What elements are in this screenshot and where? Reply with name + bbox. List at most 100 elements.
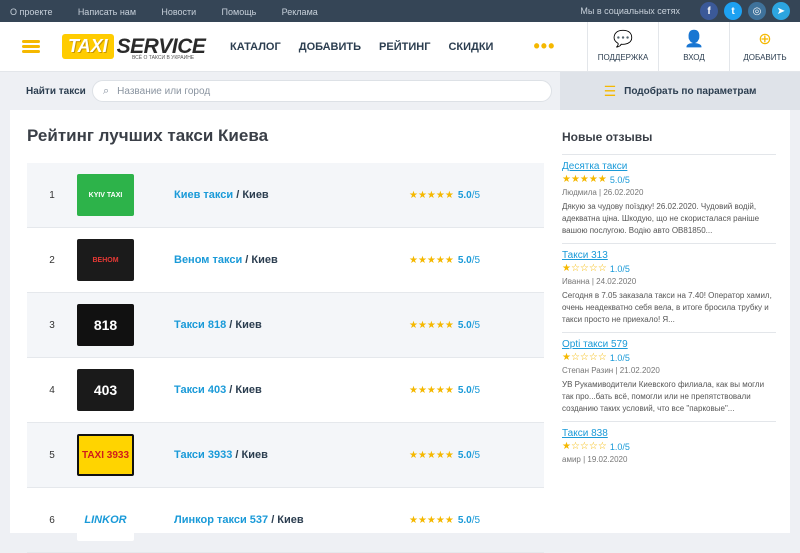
table-row[interactable]: 5 TAXI 3933 Такси 3933 / Киев ★★★★★ 5.0/5 — [27, 423, 544, 488]
taxi-link[interactable]: Такси 818 — [174, 319, 226, 331]
twitter-icon[interactable]: t — [724, 2, 742, 20]
login-button[interactable]: 👤 ВХОД — [658, 22, 729, 72]
taxi-name-cell: Такси 3933 / Киев — [174, 449, 409, 461]
instagram-icon[interactable]: ◎ — [748, 2, 766, 20]
nav-discounts[interactable]: СКИДКИ — [448, 41, 493, 53]
taxi-link[interactable]: Такси 403 — [174, 384, 226, 396]
review-item: Opti такси 579 ★☆☆☆☆ 1.0/5 Степан Разин |… — [562, 339, 776, 415]
social-label: Мы в социальных сетях — [580, 6, 680, 16]
link-news[interactable]: Новости — [161, 7, 196, 17]
taxi-city: / Киев — [268, 514, 304, 526]
taxi-logo[interactable]: LINKOR — [77, 499, 134, 541]
review-text: Дякую за чудову поїздку! 26.02.2020. Чуд… — [562, 202, 760, 235]
review-taxi-link[interactable]: Такси 838 — [562, 428, 776, 439]
sliders-icon: ☰ — [603, 82, 617, 99]
review-item: Такси 838 ★☆☆☆☆ 1.0/5 амир | 19.02.2020 — [562, 428, 776, 464]
rating: ★★★★★ 5.0/5 — [409, 255, 480, 266]
rating-score: 5.0/5 — [457, 449, 481, 461]
taxi-name-cell: Веном такси / Киев — [174, 254, 409, 266]
table-row[interactable]: 6 LINKOR Линкор такси 537 / Киев ★★★★★ 5.… — [27, 488, 544, 553]
rating: ★★★★★ 5.0/5 — [409, 320, 480, 331]
taxi-link[interactable]: Такси 3933 — [174, 449, 232, 461]
table-row[interactable]: 4 403 Такси 403 / Киев ★★★★★ 5.0/5 — [27, 358, 544, 423]
rating-score: 5.0/5 — [457, 514, 481, 526]
taxi-link[interactable]: Линкор такси 537 — [174, 514, 268, 526]
menu-icon[interactable] — [0, 22, 62, 72]
search-icon: ⌕ — [103, 84, 110, 97]
link-help[interactable]: Помощь — [222, 7, 257, 17]
taxi-name-cell: Такси 403 / Киев — [174, 384, 409, 396]
taxi-link[interactable]: Веном такси — [174, 254, 242, 266]
link-ads[interactable]: Реклама — [282, 7, 318, 17]
review-taxi-link[interactable]: Такси 313 — [562, 250, 776, 261]
taxi-city: / Киев — [242, 254, 278, 266]
taxi-logo[interactable]: 818 — [77, 304, 134, 346]
sidebar-title: Новые отзывы — [562, 130, 653, 144]
review-item: Такси 313 ★☆☆☆☆ 1.0/5 Иванна | 24.02.2020… — [562, 250, 776, 326]
table-row[interactable]: 3 818 Такси 818 / Киев ★★★★★ 5.0/5 — [27, 293, 544, 358]
taxi-logo[interactable]: ВЕНОМ — [77, 239, 134, 281]
taxi-name-cell: Такси 818 / Киев — [174, 319, 409, 331]
social-links: Мы в социальных сетях f t ◎ ➤ — [580, 2, 790, 20]
taxi-city: / Киев — [226, 384, 262, 396]
row-number: 5 — [49, 449, 55, 461]
rating-score: 5.0/5 — [457, 384, 481, 396]
facebook-icon[interactable]: f — [700, 2, 718, 20]
review-score: 5.0/5 — [609, 174, 630, 185]
stars-icon: ★★★★★ — [409, 319, 454, 331]
user-icon: 👤 — [684, 31, 704, 48]
logo-subtitle: ВСЁ О ТАКСИ В УКРАИНЕ — [132, 54, 195, 61]
stars-icon: ★★★★★ — [409, 384, 454, 396]
taxi-link[interactable]: Киев такси — [174, 189, 233, 201]
reviews-sidebar: Новые отзывы Десятка такси ★★★★★ 5.0/5 Лю… — [562, 130, 776, 468]
plus-icon: ⊕ — [758, 31, 772, 48]
stars-icon: ★★★★★ — [409, 514, 454, 526]
search-input[interactable] — [117, 85, 518, 97]
filter-button[interactable]: ☰ Подобрать по параметрам — [560, 72, 800, 110]
nav-add[interactable]: ДОБАВИТЬ — [299, 41, 361, 53]
nav-catalog[interactable]: КАТАЛОГ — [230, 41, 281, 53]
add-label: ДОБАВИТЬ — [743, 53, 787, 62]
review-item: Десятка такси ★★★★★ 5.0/5 Людмила | 26.02… — [562, 161, 776, 237]
taxi-logo[interactable]: 403 — [77, 369, 134, 411]
add-button[interactable]: ⊕ ДОБАВИТЬ — [729, 22, 800, 72]
site-logo[interactable]: TAXI SERVICE ВСЁ О ТАКСИ В УКРАИНЕ — [62, 27, 222, 67]
rating: ★★★★★ 5.0/5 — [409, 515, 480, 526]
rating: ★★★★★ 5.0/5 — [409, 450, 480, 461]
table-row[interactable]: 2 ВЕНОМ Веном такси / Киев ★★★★★ 5.0/5 — [27, 228, 544, 293]
taxi-city: / Киев — [226, 319, 262, 331]
search-label: Найти такси — [26, 85, 86, 97]
row-number: 3 — [49, 319, 55, 331]
review-taxi-link[interactable]: Десятка такси — [562, 161, 776, 172]
rating-score: 5.0/5 — [457, 189, 481, 201]
login-label: ВХОД — [683, 53, 705, 62]
review-meta: амир | 19.02.2020 — [562, 455, 628, 464]
link-about[interactable]: О проекте — [10, 7, 52, 17]
taxi-logo[interactable]: TAXI 3933 — [77, 434, 134, 476]
search-box[interactable]: ⌕ — [92, 80, 552, 102]
link-contact[interactable]: Написать нам — [78, 7, 136, 17]
logo-taxi: TAXI — [62, 34, 114, 59]
rating: ★★★★★ 5.0/5 — [409, 385, 480, 396]
rating-score: 5.0/5 — [457, 319, 481, 331]
search-bar: Найти такси ⌕ ☰ Подобрать по параметрам — [0, 72, 800, 110]
more-icon[interactable]: ••• — [533, 36, 555, 57]
telegram-icon[interactable]: ➤ — [772, 2, 790, 20]
taxi-city: / Киев — [233, 189, 269, 201]
review-meta: Степан Разин | 21.02.2020 — [562, 366, 660, 375]
review-score: 1.0/5 — [609, 352, 630, 363]
stars-icon: ★☆☆☆☆ — [562, 352, 607, 363]
review-taxi-link[interactable]: Opti такси 579 — [562, 339, 776, 350]
support-button[interactable]: 💬 ПОДДЕРЖКА — [587, 22, 658, 72]
rating-table: 1 KYIV TAXI Киев такси / Киев ★★★★★ 5.0/5… — [27, 163, 544, 553]
nav-rating[interactable]: РЕЙТИНГ — [379, 41, 430, 53]
page-title: Рейтинг лучших такси Киева — [27, 126, 269, 145]
table-row[interactable]: 1 KYIV TAXI Киев такси / Киев ★★★★★ 5.0/5 — [27, 163, 544, 228]
header: TAXI SERVICE ВСЁ О ТАКСИ В УКРАИНЕ КАТАЛ… — [0, 22, 800, 72]
row-number: 6 — [49, 514, 55, 526]
top-links: О проекте Написать нам Новости Помощь Ре… — [10, 4, 340, 18]
stars-icon: ★☆☆☆☆ — [562, 441, 607, 452]
taxi-logo[interactable]: KYIV TAXI — [77, 174, 134, 216]
rating-score: 5.0/5 — [457, 254, 481, 266]
taxi-name-cell: Линкор такси 537 / Киев — [174, 514, 409, 526]
